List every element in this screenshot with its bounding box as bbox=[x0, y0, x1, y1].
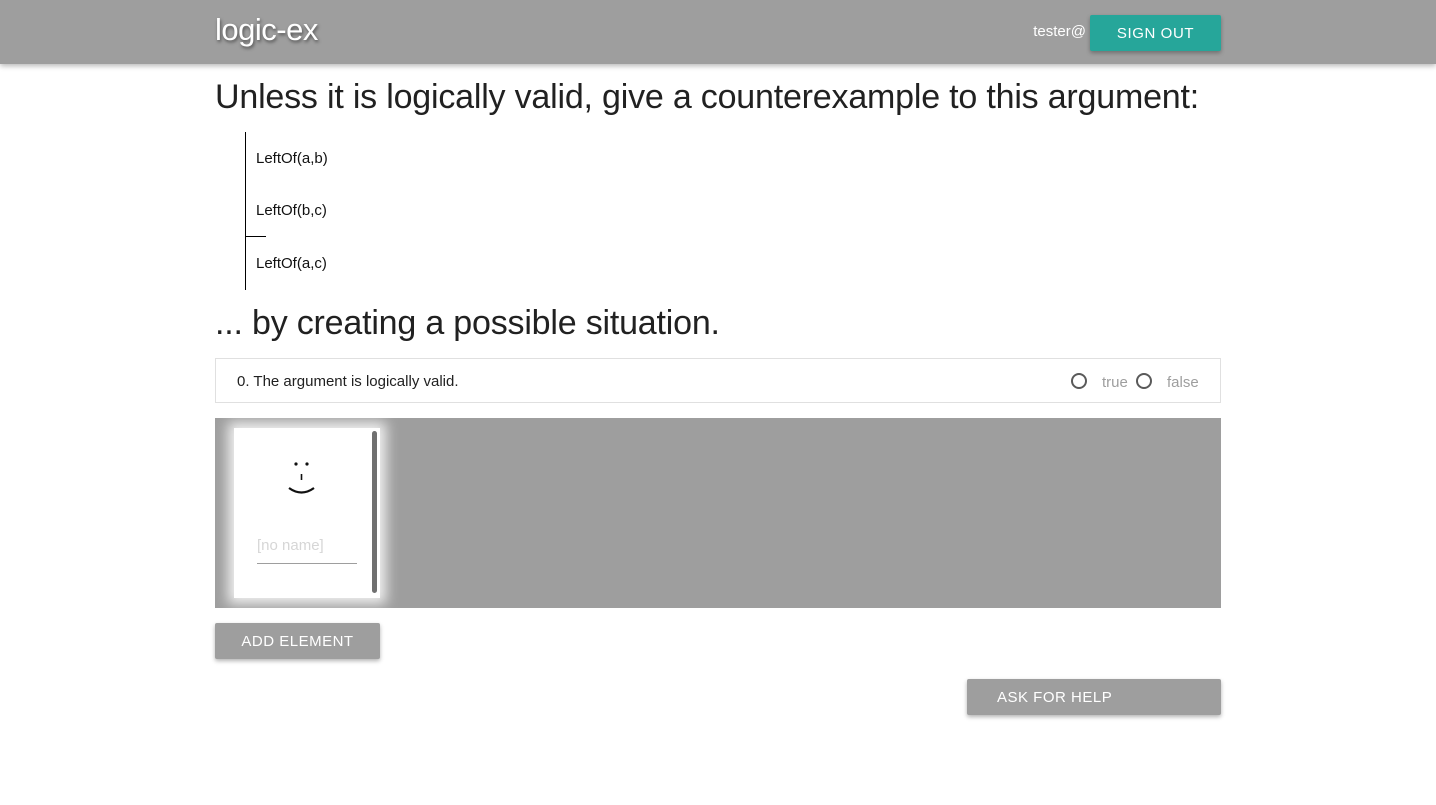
top-app-bar: logic-ex tester@ SIGN OUT bbox=[0, 0, 1436, 64]
premise-1: LeftOf(a,b) bbox=[256, 150, 328, 167]
sentence-text: 0. The argument is logically valid. bbox=[237, 373, 459, 390]
argument-conclusion-line bbox=[245, 236, 266, 237]
question-instruction: Unless it is logically valid, give a cou… bbox=[215, 78, 1200, 116]
add-element-button[interactable]: ADD ELEMENT bbox=[215, 623, 380, 659]
element-card[interactable] bbox=[234, 428, 380, 598]
element-name-input[interactable] bbox=[257, 527, 357, 564]
true-label[interactable]: true bbox=[1102, 374, 1128, 391]
false-radio[interactable] bbox=[1136, 373, 1152, 389]
argument: LeftOf(a,b) LeftOf(b,c) LeftOf(a,c) bbox=[245, 132, 545, 290]
ask-for-help-button[interactable]: ASK FOR HELP bbox=[967, 679, 1221, 715]
element-scrollbar[interactable] bbox=[372, 431, 377, 593]
question-followup: ... by creating a possible situation. bbox=[215, 304, 720, 342]
situation-area bbox=[215, 418, 1221, 608]
app-brand[interactable]: logic-ex bbox=[215, 12, 318, 48]
face-icon[interactable] bbox=[284, 458, 324, 502]
premise-2: LeftOf(b,c) bbox=[256, 202, 327, 219]
conclusion: LeftOf(a,c) bbox=[256, 255, 327, 272]
true-radio[interactable] bbox=[1071, 373, 1087, 389]
sentence-row: 0. The argument is logically valid. true… bbox=[215, 358, 1221, 403]
user-email: tester@ bbox=[1033, 23, 1086, 40]
argument-vertical-line bbox=[245, 132, 246, 290]
false-label[interactable]: false bbox=[1167, 374, 1199, 391]
sign-out-button[interactable]: SIGN OUT bbox=[1090, 15, 1221, 51]
